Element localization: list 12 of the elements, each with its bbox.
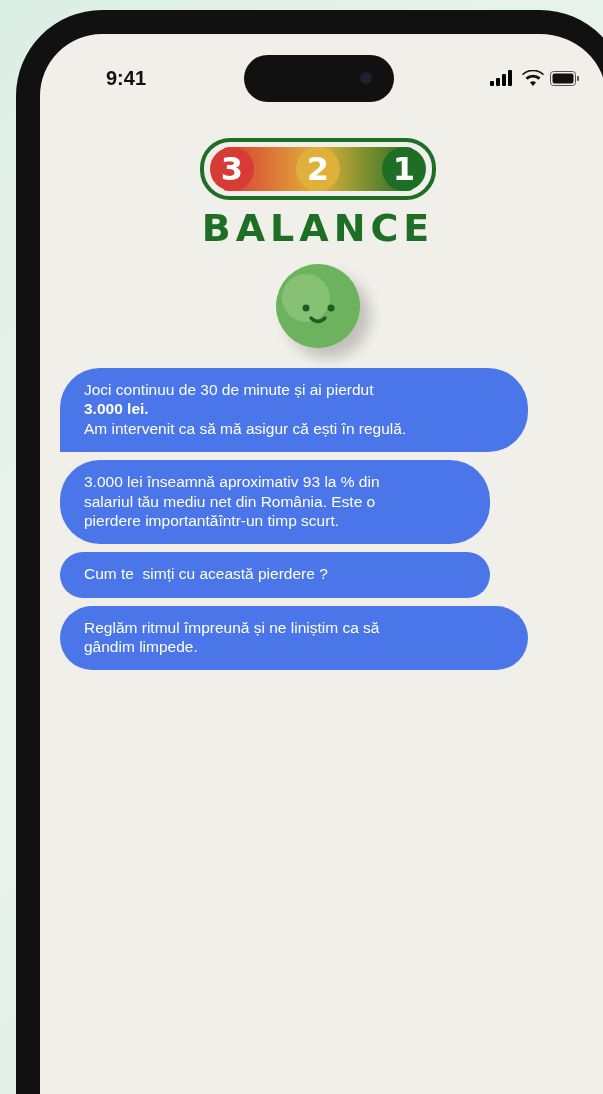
logo-digit: 2 bbox=[296, 147, 340, 191]
battery-icon bbox=[550, 70, 580, 86]
logo-digit: 1 bbox=[382, 147, 426, 191]
camera-icon bbox=[360, 72, 372, 84]
chat-message: Joci continuu de 30 de minute și ai pierdut 3.000 lei. Am intervenit ca să mă asigur că ești în regulă. bbox=[60, 368, 528, 453]
chat-message: Reglăm ritmul împreună și ne liniștim ca să gândim limpede. bbox=[60, 605, 528, 671]
status-time: 9:41 bbox=[106, 66, 148, 90]
chat-message: 3.000 lei înseamnă aproximativ 93 la % din salariul tău mediu net din România. Este o pierdere importantăîntr-un timp scurt. bbox=[60, 460, 490, 545]
logo-wordmark: BALANCE bbox=[201, 206, 435, 250]
chat-message: Cum te simți cu această pierdere ? bbox=[60, 552, 490, 598]
wifi-icon bbox=[522, 70, 544, 86]
logo-digit: 3 bbox=[210, 147, 254, 191]
